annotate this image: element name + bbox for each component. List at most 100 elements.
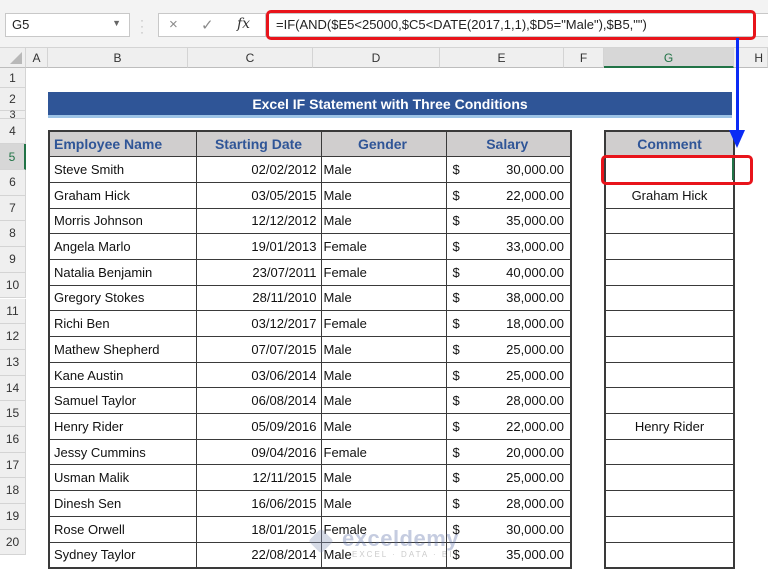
drag-handle-icon[interactable]: · · · <box>140 14 144 38</box>
employee-name-cell[interactable]: Samuel Taylor <box>48 387 197 415</box>
salary-cell[interactable]: $33,000.00 <box>445 233 572 260</box>
row-header-17[interactable]: 17 <box>0 452 26 479</box>
gender-cell[interactable]: Male <box>320 156 447 183</box>
column-header-g[interactable]: G <box>604 48 734 68</box>
starting-date-cell[interactable]: 03/05/2015 <box>195 181 322 209</box>
gender-cell[interactable]: Male <box>320 413 447 440</box>
employee-name-cell[interactable]: Jessy Cummins <box>48 438 197 466</box>
column-header-c[interactable]: C <box>188 48 313 68</box>
comment-cell[interactable] <box>604 336 735 363</box>
insert-function-icon[interactable]: fx <box>237 16 250 32</box>
employee-name-cell[interactable]: Kane Austin <box>48 361 197 389</box>
gender-cell[interactable]: Male <box>320 490 447 517</box>
salary-cell[interactable]: $18,000.00 <box>445 310 572 337</box>
starting-date-cell[interactable]: 05/09/2016 <box>195 413 322 440</box>
gender-cell[interactable]: Male <box>320 387 447 415</box>
comment-cell[interactable] <box>604 515 735 543</box>
gender-cell[interactable]: Male <box>320 207 447 235</box>
salary-cell[interactable]: $40,000.00 <box>445 258 572 286</box>
column-header-a[interactable]: A <box>26 48 48 68</box>
column-header-f[interactable]: F <box>564 48 604 68</box>
comment-cell[interactable] <box>604 490 735 517</box>
starting-date-cell[interactable]: 22/08/2014 <box>195 541 322 569</box>
row-header-18[interactable]: 18 <box>0 478 26 505</box>
salary-cell[interactable]: $22,000.00 <box>445 413 572 440</box>
row-header-2[interactable]: 2 <box>0 88 26 111</box>
salary-cell[interactable]: $28,000.00 <box>445 490 572 517</box>
row-header-9[interactable]: 9 <box>0 247 26 273</box>
starting-date-cell[interactable]: 07/07/2015 <box>195 336 322 363</box>
starting-date-cell[interactable]: 18/01/2015 <box>195 515 322 543</box>
comment-cell[interactable]: Henry Rider <box>604 413 735 440</box>
starting-date-cell[interactable]: 16/06/2015 <box>195 490 322 517</box>
starting-date-cell[interactable]: 23/07/2011 <box>195 258 322 286</box>
salary-cell[interactable]: $35,000.00 <box>445 207 572 235</box>
chevron-down-icon[interactable]: ▼ <box>112 18 121 28</box>
column-header-b[interactable]: B <box>48 48 188 68</box>
row-header-16[interactable]: 16 <box>0 427 26 453</box>
comment-cell[interactable] <box>604 361 735 389</box>
salary-cell[interactable]: $20,000.00 <box>445 438 572 466</box>
starting-date-cell[interactable]: 02/02/2012 <box>195 156 322 183</box>
comment-cell[interactable]: Graham Hick <box>604 181 735 209</box>
salary-cell[interactable]: $25,000.00 <box>445 464 572 492</box>
starting-date-cell[interactable]: 03/12/2017 <box>195 310 322 337</box>
row-header-7[interactable]: 7 <box>0 195 26 222</box>
gender-cell[interactable]: Female <box>320 233 447 260</box>
employee-name-cell[interactable]: Graham Hick <box>48 181 197 209</box>
row-header-11[interactable]: 11 <box>0 298 26 325</box>
column-header-h[interactable]: H <box>734 48 768 68</box>
employee-name-cell[interactable]: Gregory Stokes <box>48 284 197 312</box>
salary-cell[interactable]: $22,000.00 <box>445 181 572 209</box>
comment-cell[interactable] <box>604 541 735 569</box>
employee-name-cell[interactable]: Dinesh Sen <box>48 490 197 517</box>
gender-cell[interactable]: Male <box>320 464 447 492</box>
gender-cell[interactable]: Female <box>320 258 447 286</box>
comment-cell[interactable] <box>604 387 735 415</box>
row-header-20[interactable]: 20 <box>0 529 26 556</box>
gender-cell[interactable]: Male <box>320 336 447 363</box>
salary-cell[interactable]: $35,000.00 <box>445 541 572 569</box>
header-gender[interactable]: Gender <box>320 130 447 158</box>
employee-name-cell[interactable]: Natalia Benjamin <box>48 258 197 286</box>
salary-cell[interactable]: $25,000.00 <box>445 336 572 363</box>
gender-cell[interactable]: Male <box>320 361 447 389</box>
name-box[interactable]: G5 ▼ <box>5 13 130 37</box>
check-icon[interactable]: ✓ <box>201 16 214 34</box>
employee-name-cell[interactable]: Mathew Shepherd <box>48 336 197 363</box>
row-header-13[interactable]: 13 <box>0 349 26 376</box>
employee-name-cell[interactable]: Henry Rider <box>48 413 197 440</box>
row-header-3[interactable]: 3 <box>0 110 26 121</box>
row-header-19[interactable]: 19 <box>0 504 26 530</box>
select-all-button[interactable] <box>0 48 26 68</box>
column-header-d[interactable]: D <box>313 48 440 68</box>
comment-cell[interactable] <box>604 310 735 337</box>
row-header-14[interactable]: 14 <box>0 375 26 402</box>
employee-name-cell[interactable]: Angela Marlo <box>48 233 197 260</box>
comment-cell[interactable] <box>604 258 735 286</box>
header-salary[interactable]: Salary <box>445 130 572 158</box>
employee-name-cell[interactable]: Morris Johnson <box>48 207 197 235</box>
gender-cell[interactable]: Male <box>320 284 447 312</box>
employee-name-cell[interactable]: Sydney Taylor <box>48 541 197 569</box>
employee-name-cell[interactable]: Usman Malik <box>48 464 197 492</box>
row-header-10[interactable]: 10 <box>0 272 26 299</box>
row-header-5[interactable]: 5 <box>0 144 26 170</box>
gender-cell[interactable]: Female <box>320 438 447 466</box>
comment-cell[interactable] <box>604 464 735 492</box>
header-starting-date[interactable]: Starting Date <box>195 130 322 158</box>
gender-cell[interactable]: Female <box>320 515 447 543</box>
row-header-8[interactable]: 8 <box>0 221 26 248</box>
row-header-15[interactable]: 15 <box>0 401 26 427</box>
gender-cell[interactable]: Male <box>320 181 447 209</box>
salary-cell[interactable]: $25,000.00 <box>445 361 572 389</box>
salary-cell[interactable]: $28,000.00 <box>445 387 572 415</box>
header-employee-name[interactable]: Employee Name <box>48 130 197 158</box>
comment-cell[interactable] <box>604 438 735 466</box>
starting-date-cell[interactable]: 09/04/2016 <box>195 438 322 466</box>
starting-date-cell[interactable]: 28/11/2010 <box>195 284 322 312</box>
starting-date-cell[interactable]: 12/12/2012 <box>195 207 322 235</box>
starting-date-cell[interactable]: 12/11/2015 <box>195 464 322 492</box>
comment-cell[interactable] <box>604 284 735 312</box>
gender-cell[interactable]: Male <box>320 541 447 569</box>
